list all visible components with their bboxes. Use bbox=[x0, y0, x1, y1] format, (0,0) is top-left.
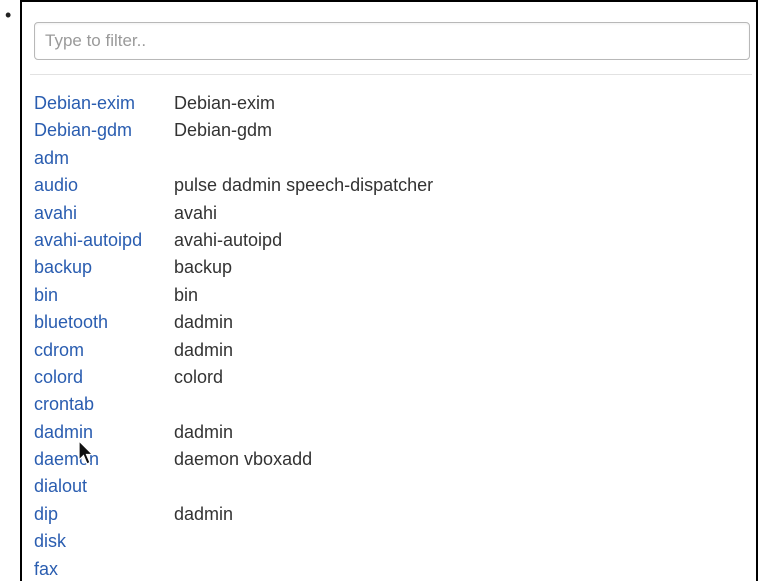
group-row: audio pulse dadmin speech-dispatcher bbox=[34, 172, 750, 199]
group-row: daemon daemon vboxadd bbox=[34, 446, 750, 473]
group-members: daemon vboxadd bbox=[174, 449, 313, 470]
list-bullet: • bbox=[5, 5, 12, 25]
group-row: avahi avahi bbox=[34, 200, 750, 227]
group-members: dadmin bbox=[174, 421, 234, 442]
group-row: backup backup bbox=[34, 254, 750, 281]
group-name-link[interactable]: bin bbox=[34, 282, 174, 309]
group-name-link[interactable]: avahi bbox=[34, 200, 174, 227]
group-members: backup bbox=[174, 257, 233, 278]
group-name-link[interactable]: daemon bbox=[34, 446, 174, 473]
filter-input[interactable] bbox=[35, 23, 749, 59]
group-members: Debian-gdm bbox=[174, 120, 273, 141]
group-row: colord colord bbox=[34, 364, 750, 391]
group-members: avahi bbox=[174, 202, 218, 223]
group-panel: Debian-eximDebian-eximDebian-gdmDebian-g… bbox=[20, 0, 758, 581]
group-name-link[interactable]: audio bbox=[34, 172, 174, 199]
group-row: Debian-gdm Debian-gdm bbox=[34, 117, 750, 144]
group-name-link[interactable]: avahi-autoipd bbox=[34, 227, 174, 254]
group-row: fax bbox=[34, 556, 750, 581]
group-row: cdrom dadmin bbox=[34, 337, 750, 364]
filter-box[interactable] bbox=[34, 22, 750, 60]
group-row: crontab bbox=[34, 391, 750, 418]
divider bbox=[30, 74, 752, 75]
group-members: colord bbox=[174, 366, 224, 387]
group-name-link[interactable]: dialout bbox=[34, 473, 174, 500]
group-row: bluetooth dadmin bbox=[34, 309, 750, 336]
group-members: pulse dadmin speech-dispatcher bbox=[174, 175, 434, 196]
group-name-link[interactable]: Debian-gdm bbox=[34, 117, 174, 144]
group-row: dialout bbox=[34, 473, 750, 500]
group-name-link[interactable]: disk bbox=[34, 528, 174, 555]
group-name-link[interactable]: dadmin bbox=[34, 419, 174, 446]
group-members: dadmin bbox=[174, 312, 234, 333]
page: • Debian-eximDebian-eximDebian-gdmDebian… bbox=[0, 0, 758, 581]
group-row: adm bbox=[34, 145, 750, 172]
group-row: dip dadmin bbox=[34, 501, 750, 528]
group-name-link[interactable]: cdrom bbox=[34, 337, 174, 364]
group-members: bin bbox=[174, 284, 199, 305]
group-name-link[interactable]: backup bbox=[34, 254, 174, 281]
group-row: dadmin dadmin bbox=[34, 419, 750, 446]
group-row: bin bin bbox=[34, 282, 750, 309]
group-members: dadmin bbox=[174, 339, 234, 360]
group-row: Debian-exim Debian-exim bbox=[34, 90, 750, 117]
group-name-link[interactable]: bluetooth bbox=[34, 309, 174, 336]
group-row: disk bbox=[34, 528, 750, 555]
group-name-link[interactable]: crontab bbox=[34, 391, 174, 418]
group-name-link[interactable]: Debian-exim bbox=[34, 90, 174, 117]
group-members: dadmin bbox=[174, 503, 234, 524]
group-name-link[interactable]: colord bbox=[34, 364, 174, 391]
group-list: Debian-exim Debian-exim Debian-gdm Debian-g… bbox=[34, 90, 750, 581]
group-name-link[interactable]: adm bbox=[34, 145, 174, 172]
group-name-link[interactable]: fax bbox=[34, 556, 174, 581]
group-row: avahi-autoipd avahi-autoipd bbox=[34, 227, 750, 254]
group-name-link[interactable]: dip bbox=[34, 501, 174, 528]
group-members: Debian-exim bbox=[174, 93, 276, 113]
group-members: avahi-autoipd bbox=[174, 229, 283, 250]
